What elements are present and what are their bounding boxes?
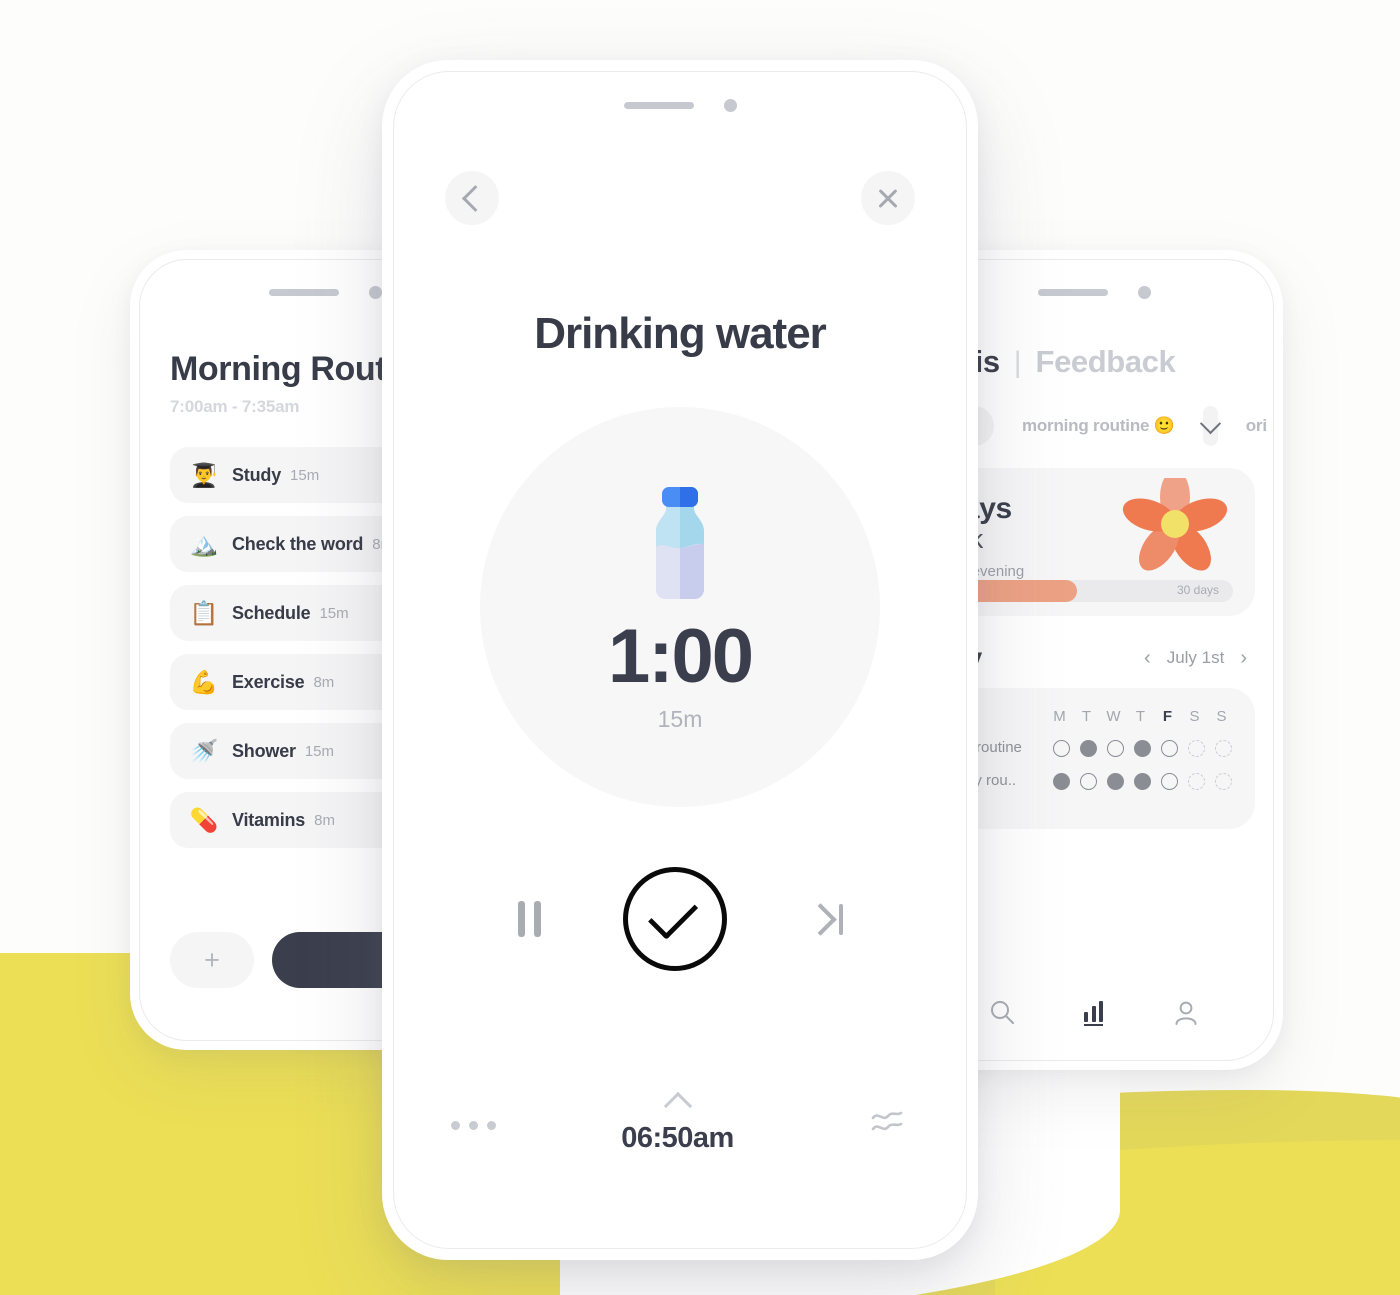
skip-button[interactable] [803, 902, 843, 936]
showcase-stage: Morning Routi 7:00am - 7:35am 👨‍🎓 Study … [0, 0, 1400, 1295]
habit-dot-open [1161, 772, 1178, 790]
weekday-label: S [1216, 708, 1227, 725]
habit-dot-filled [1107, 772, 1124, 790]
habit-dot-open [1080, 772, 1097, 790]
task-duration: 15m [290, 466, 320, 484]
habit-dot-open [1053, 739, 1070, 757]
timer-total-duration: 15m [657, 705, 703, 732]
habit-dot-filled [1134, 772, 1151, 790]
waves-icon [871, 1111, 903, 1131]
weekday-label-today: F [1162, 708, 1173, 725]
habit-dots [1048, 772, 1237, 790]
current-time-block[interactable]: 06:50am [621, 1091, 734, 1155]
habit-dot-filled [1134, 739, 1151, 757]
task-duration: 8m [313, 673, 335, 691]
chevron-up-icon[interactable] [663, 1091, 692, 1121]
skip-next-icon [803, 902, 837, 936]
task-label: Shower [232, 740, 296, 761]
plus-icon: + [204, 944, 220, 975]
shower-emoji: 🚿 [189, 737, 219, 764]
weekday-label: T [1135, 708, 1146, 725]
vitamins-emoji: 💊 [189, 806, 219, 833]
page-title: Drinking water [534, 309, 827, 358]
check-icon [647, 889, 699, 940]
task-label: Check the word [232, 533, 364, 554]
skip-bar-icon [838, 903, 843, 935]
tab-separator: | [1013, 346, 1022, 379]
habit-dot-open [1107, 739, 1124, 757]
add-task-button[interactable]: + [170, 932, 254, 988]
clipboard-emoji: 📋 [189, 599, 219, 626]
complete-button[interactable] [622, 867, 727, 971]
tab-analysis[interactable] [1084, 1000, 1104, 1026]
timer-remaining: 1:00 [607, 614, 754, 700]
current-date-label: July 1st [1166, 648, 1225, 667]
timer-controls [399, 867, 961, 971]
tab-search[interactable] [987, 998, 1017, 1028]
chip-morning-routine[interactable]: morning routine 🙂 [1004, 406, 1193, 446]
weekday-label: M [1053, 708, 1066, 725]
timer-topbar [445, 171, 915, 225]
pause-button[interactable] [517, 901, 541, 937]
chevron-left-icon [461, 184, 489, 212]
habit-dot-future [1215, 739, 1232, 757]
bar-chart-icon [1084, 1000, 1104, 1026]
next-date-button[interactable]: › [1240, 647, 1247, 670]
habit-dot-open [1161, 739, 1178, 757]
phone-center-timer: Drinking water 1:00 15m 06:50am [382, 60, 978, 1260]
close-button[interactable] [861, 171, 915, 225]
task-duration: 15m [319, 604, 349, 622]
center-content: Drinking water 1:00 15m 06:50am [399, 77, 961, 1243]
sleep-waves-button[interactable] [869, 1107, 909, 1144]
weekday-label: T [1081, 708, 1092, 725]
chevron-down-icon [1199, 412, 1221, 434]
chip-dropdown-button[interactable] [1199, 406, 1221, 446]
tab-profile[interactable] [1171, 998, 1201, 1028]
streak-progress-bar: 30 days [955, 580, 1233, 602]
timer-bottombar: 06:50am [451, 1091, 909, 1155]
habit-dot-future [1215, 772, 1232, 790]
search-icon [990, 1001, 1014, 1024]
habit-dot-future [1188, 739, 1205, 757]
task-label: Vitamins [232, 809, 306, 830]
flower-icon [1122, 470, 1228, 571]
more-options-button[interactable] [451, 1121, 496, 1130]
exercise-emoji: 💪 [189, 668, 219, 695]
person-icon [1175, 1001, 1197, 1025]
task-label: Study [232, 464, 282, 485]
task-duration: 15m [304, 742, 335, 760]
timer-dial[interactable]: 1:00 15m [480, 407, 880, 807]
weekday-label: S [1189, 708, 1200, 725]
habit-dots [1048, 739, 1237, 757]
current-time: 06:50am [621, 1122, 734, 1154]
task-label: Schedule [232, 602, 311, 623]
habit-dot-filled [1080, 739, 1097, 757]
habit-row[interactable]: d g routine [951, 739, 1237, 758]
chip-overflow[interactable]: ori [1228, 406, 1269, 446]
mountain-emoji: 🏔️ [189, 530, 219, 557]
center-screen: Drinking water 1:00 15m 06:50am [399, 77, 961, 1243]
weekday-label: W [1106, 708, 1121, 725]
back-button[interactable] [445, 171, 499, 225]
weekly-summary-card: M T W T F S S d g routine daily rou.. [933, 688, 1255, 829]
tab-feedback[interactable]: Feedback [1036, 344, 1176, 380]
prev-date-button[interactable]: ‹ [1144, 647, 1151, 670]
weekday-header-row: M T W T F S S [951, 708, 1237, 725]
habit-dot-future [1188, 772, 1205, 790]
streak-card[interactable]: lays ak g, evening [933, 468, 1255, 616]
habit-row[interactable]: daily rou.. [951, 772, 1237, 791]
task-label: Exercise [232, 671, 305, 692]
streak-progress-label: 30 days [1176, 583, 1219, 597]
water-bottle-icon [641, 481, 719, 600]
student-emoji: 👨‍🎓 [189, 461, 219, 488]
task-duration: 8m [314, 811, 335, 829]
habit-dot-filled [1053, 772, 1070, 790]
date-navigator: ‹ July 1st › [1144, 647, 1247, 670]
close-icon [876, 186, 900, 210]
